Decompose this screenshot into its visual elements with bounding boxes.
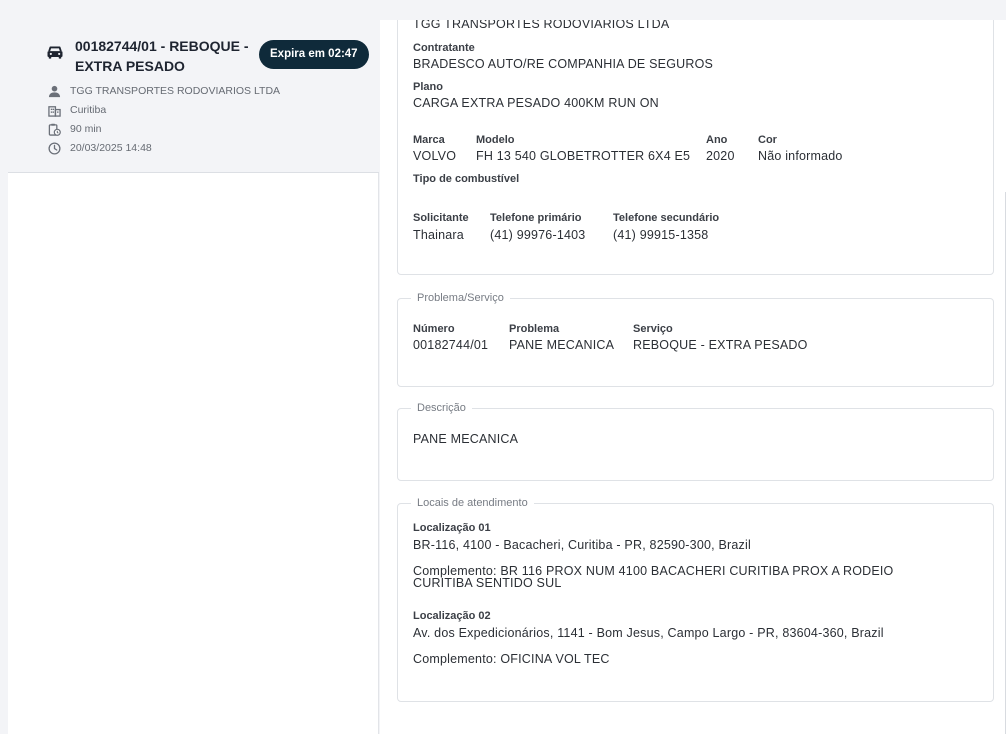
company-name: TGG TRANSPORTES RODOVIARIOS LTDA (413, 20, 670, 31)
ticket-title: 00182744/01 - REBOQUE - EXTRA PESADO (75, 38, 249, 74)
ticket-card[interactable]: 00182744/01 - REBOQUE - EXTRA PESADO Exp… (8, 20, 379, 173)
details-section: TGG TRANSPORTES RODOVIARIOS LTDA Contrat… (397, 20, 994, 275)
modelo-value: FH 13 540 GLOBETROTTER 6X4 E5 (476, 149, 691, 163)
loc2-complement: Complemento: OFICINA VOL TEC (413, 652, 610, 666)
loc1-address: BR-116, 4100 - Bacacheri, Curitiba - PR,… (413, 538, 751, 552)
contratante-label: Contratante (413, 42, 475, 54)
problema-legend: Problema/Serviço (411, 291, 510, 305)
clock-icon (48, 141, 61, 155)
truck-icon (47, 46, 63, 59)
app-root: 00182744/01 - REBOQUE - EXTRA PESADO Exp… (0, 0, 1006, 734)
expire-badge: Expira em 02:47 (259, 40, 369, 69)
tel2-value: (41) 99915-1358 (613, 228, 709, 242)
problema-section: Problema/Serviço Número 00182744/01 Prob… (397, 291, 994, 387)
meta-company: TGG TRANSPORTES RODOVIARIOS LTDA (48, 83, 280, 99)
ano-label: Ano (706, 134, 728, 146)
modelo-label: Modelo (476, 134, 515, 146)
loc1-complement: Complemento: BR 116 PROX NUM 4100 BACACH… (413, 564, 894, 590)
ano-value: 2020 (706, 149, 735, 163)
tel2-label: Telefone secundário (613, 212, 720, 224)
top-bar (0, 0, 1006, 20)
problema-value: PANE MECANICA (509, 338, 615, 352)
ticket-list-panel: 00182744/01 - REBOQUE - EXTRA PESADO Exp… (8, 20, 379, 734)
marca-label: Marca (413, 134, 445, 146)
descricao-legend: Descrição (411, 401, 472, 415)
meta-datetime: 20/03/2025 14:48 (48, 140, 152, 156)
descricao-section: Descrição PANE MECANICA (397, 401, 994, 481)
problema-label: Problema (509, 323, 560, 335)
timer-clipboard-icon (48, 123, 61, 136)
plano-value: CARGA EXTRA PESADO 400KM RUN ON (413, 96, 659, 110)
locais-section: Locais de atendimento Localização 01 BR-… (397, 496, 994, 702)
loc1-label: Localização 01 (413, 522, 491, 534)
servico-label: Serviço (633, 323, 673, 335)
numero-label: Número (413, 323, 455, 335)
tel1-value: (41) 99976-1403 (490, 228, 586, 242)
meta-duration-text: 90 min (70, 123, 102, 135)
meta-duration: 90 min (48, 121, 102, 137)
marca-value: VOLVO (413, 149, 457, 163)
meta-datetime-text: 20/03/2025 14:48 (70, 142, 152, 154)
meta-company-text: TGG TRANSPORTES RODOVIARIOS LTDA (70, 85, 281, 97)
servico-value: REBOQUE - EXTRA PESADO (633, 338, 808, 352)
loc2-label: Localização 02 (413, 610, 491, 622)
solicitante-label: Solicitante (413, 212, 469, 224)
cor-label: Cor (758, 134, 777, 146)
ticket-details-panel: TGG TRANSPORTES RODOVIARIOS LTDA Contrat… (380, 20, 1006, 734)
combustivel-label: Tipo de combustível (413, 173, 520, 185)
meta-city-text: Curitiba (70, 104, 107, 116)
cor-value: Não informado (758, 149, 843, 163)
numero-value: 00182744/01 (413, 338, 489, 352)
plano-label: Plano (413, 81, 443, 93)
person-icon (48, 85, 61, 97)
descricao-value: PANE MECANICA (413, 432, 519, 446)
tel1-label: Telefone primário (490, 212, 582, 224)
loc2-address: Av. dos Expedicionários, 1141 - Bom Jesu… (413, 626, 884, 640)
contratante-value: BRADESCO AUTO/RE COMPANHIA DE SEGUROS (413, 57, 714, 71)
meta-city: Curitiba (48, 102, 106, 118)
solicitante-value: Thainara (413, 228, 464, 242)
building-icon (48, 105, 61, 117)
locais-legend: Locais de atendimento (411, 496, 534, 510)
